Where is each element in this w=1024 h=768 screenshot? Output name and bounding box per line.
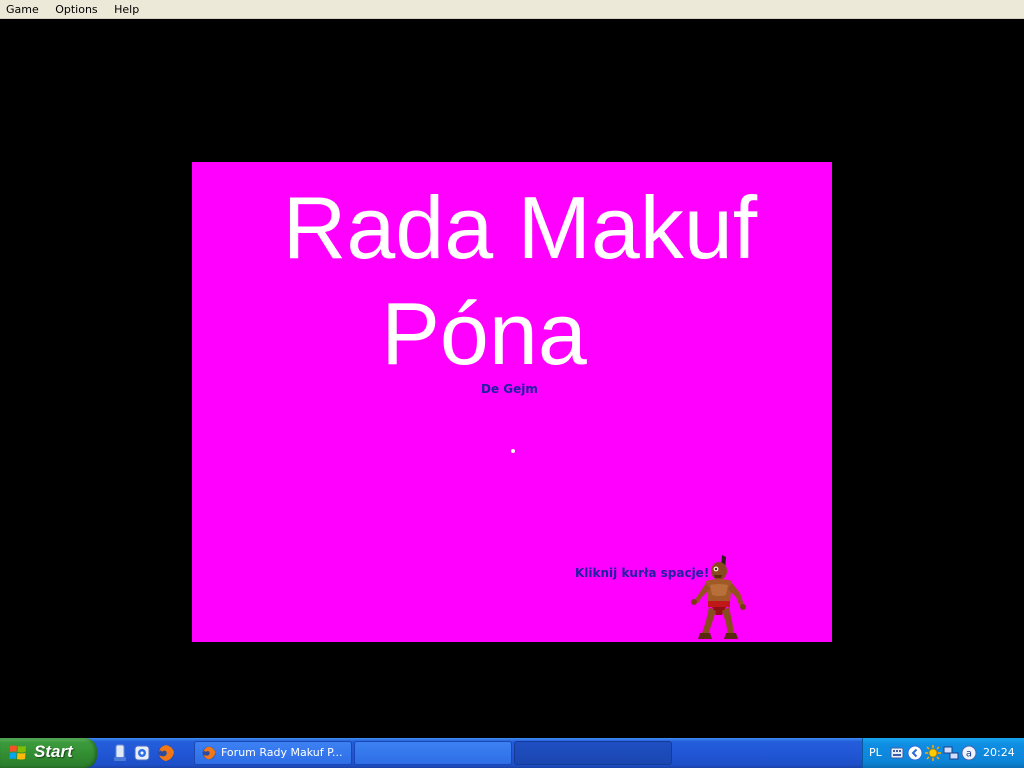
start-label: Start: [34, 742, 73, 761]
game-canvas[interactable]: Rada Makuf Póna De Gejm Kliknij kurła sp…: [0, 19, 1024, 738]
task-button-active-game[interactable]: [514, 741, 672, 765]
menu-help[interactable]: Help: [108, 1, 145, 18]
game-title-line2: Póna: [381, 284, 587, 383]
warrior-character-icon: [691, 555, 746, 639]
task-label: Forum Rady Makuf P...: [221, 746, 343, 759]
title-screen: Rada Makuf Póna De Gejm Kliknij kurła sp…: [192, 162, 832, 642]
keyboard-icon[interactable]: [889, 745, 905, 761]
svg-text:a: a: [966, 749, 972, 760]
menu-bar: Game Options Help: [0, 0, 1024, 19]
network-icon[interactable]: [943, 745, 959, 761]
white-dot: [511, 449, 515, 453]
firefox-icon: [202, 746, 216, 760]
task-button-forum[interactable]: Forum Rady Makuf P...: [194, 741, 352, 765]
sun-icon[interactable]: [925, 745, 941, 761]
windows-logo-icon: [9, 745, 26, 760]
task-button[interactable]: [354, 741, 512, 765]
show-desktop-icon[interactable]: [110, 743, 130, 763]
media-player-icon[interactable]: [132, 743, 152, 763]
taskbar: Start Forum Rady Makuf P... PL a 20:24: [0, 738, 1024, 768]
game-title-line1: Rada Makuf: [282, 178, 758, 277]
system-tray: PL a 20:24: [862, 738, 1024, 768]
menu-game[interactable]: Game: [0, 1, 45, 18]
security-icon[interactable]: a: [961, 745, 977, 761]
clock[interactable]: 20:24: [983, 746, 1015, 759]
firefox-icon[interactable]: [156, 743, 176, 763]
language-indicator[interactable]: PL: [869, 746, 882, 759]
chevron-left-icon[interactable]: [907, 745, 923, 761]
game-subtitle: De Gejm: [481, 382, 538, 396]
menu-options[interactable]: Options: [49, 1, 103, 18]
start-button[interactable]: Start: [0, 738, 97, 768]
